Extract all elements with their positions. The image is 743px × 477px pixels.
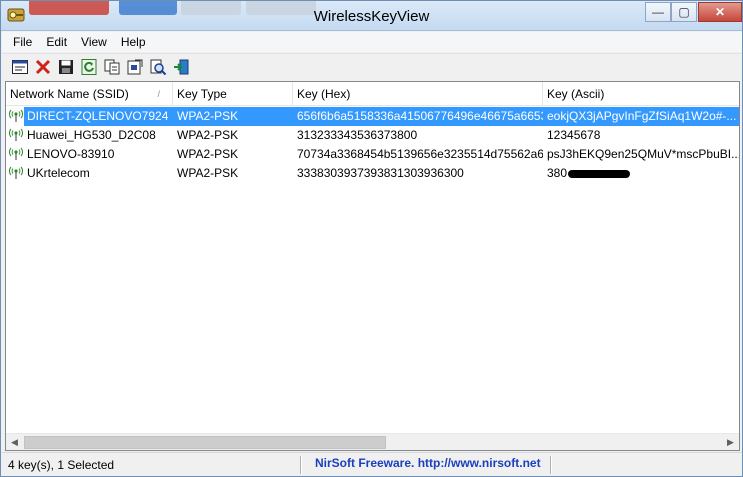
cell-key-ascii: 12345678 [547,128,601,142]
status-bar: 4 key(s), 1 Selected NirSoft Freeware. h… [2,452,742,476]
cell-ssid: UKrtelecom [27,166,90,180]
delete-button[interactable] [31,56,54,78]
refresh-icon [81,58,96,75]
column-header-label: Network Name (SSID) [10,87,129,101]
wireless-signal-icon [9,147,23,160]
menu-bar: File Edit View Help [2,32,742,52]
cell-key-hex: 656f6b6a5158336a41506776496e46675a6653..… [293,107,543,126]
status-divider [300,456,302,474]
cell-ssid: DIRECT-ZQLENOVO7924 [24,107,173,126]
column-header-label: Key Type [177,87,227,101]
cell-key-hex: 3338303937393831303936300 [297,166,464,180]
cell-key-hex: 313233343536373800 [297,128,418,142]
column-header-key-hex[interactable]: Key (Hex) [293,82,543,106]
menu-view[interactable]: View [74,35,114,49]
column-header-key-type[interactable]: Key Type [173,82,293,106]
wireless-signal-icon [9,128,23,141]
close-icon: ✕ [714,5,726,19]
status-divider [550,456,552,474]
save-button[interactable] [54,56,77,78]
minimize-button[interactable]: — [645,2,671,22]
properties-button[interactable] [8,56,31,78]
column-header-label: Key (Ascii) [547,87,605,101]
redaction-mark [568,169,631,178]
html-report-button[interactable] [123,56,146,78]
minimize-icon: — [652,5,664,19]
cell-key-type: WPA2-PSK [177,128,239,142]
table-row[interactable]: LENOVO-83910 WPA2-PSK 70734a3368454b5139… [6,145,739,164]
column-header-key-ascii[interactable]: Key (Ascii) [543,82,739,106]
close-button[interactable]: ✕ [698,2,742,22]
scroll-left-arrow-icon[interactable]: ◀ [6,434,23,450]
list-header: Network Name (SSID) / Key Type Key (Hex)… [6,82,739,106]
wireless-signal-icon [9,166,23,179]
exit-button[interactable] [169,56,192,78]
exit-icon [173,59,188,74]
window-title: WirelessKeyView [313,8,430,25]
copy-button[interactable] [100,56,123,78]
cell-key-ascii: 380 [543,164,739,183]
maximize-icon: ▢ [678,5,690,19]
sort-indicator-icon: / [157,89,160,99]
cell-key-ascii: psJ3hEKQ9en25QMuV*mscPbuBI... [547,147,739,161]
scroll-right-arrow-icon[interactable]: ▶ [722,434,739,450]
status-summary: 4 key(s), 1 Selected [8,458,115,472]
cell-key-type: WPA2-PSK [177,147,239,161]
wireless-signal-icon [9,109,23,122]
delete-icon [35,59,50,74]
menu-help[interactable]: Help [114,35,153,49]
refresh-button[interactable] [77,56,100,78]
app-window: WirelessKeyView — ▢ ✕ File Edit View Hel… [0,0,743,477]
cell-ssid: Huawei_HG530_D2C08 [27,128,156,142]
cell-key-type: WPA2-PSK [177,166,239,180]
cell-key-hex: 70734a3368454b5139656e3235514d75562a6... [297,147,543,161]
find-icon [150,59,166,75]
table-row[interactable]: Huawei_HG530_D2C08 WPA2-PSK 313233343536… [6,126,739,145]
toolbar [2,53,742,79]
key-ascii-visible-text: 380 [547,166,568,180]
html-report-icon [127,59,142,74]
find-button[interactable] [146,56,169,78]
column-header-label: Key (Hex) [297,87,351,101]
save-icon [58,59,73,74]
column-header-ssid[interactable]: Network Name (SSID) / [6,82,173,106]
horizontal-scrollbar[interactable]: ◀ ▶ [6,433,739,450]
table-row[interactable]: DIRECT-ZQLENOVO7924 WPA2-PSK 656f6b6a515… [6,107,739,126]
nirsoft-link[interactable]: NirSoft Freeware. http://www.nirsoft.net [315,456,541,470]
cell-key-type: WPA2-PSK [173,107,293,126]
menu-file[interactable]: File [6,35,39,49]
properties-icon [11,59,28,74]
scrollbar-thumb[interactable] [24,436,386,449]
table-row[interactable]: UKrtelecom WPA2-PSK 33383039373938313039… [6,164,739,183]
keys-list[interactable]: Network Name (SSID) / Key Type Key (Hex)… [5,81,740,451]
menu-edit[interactable]: Edit [39,35,74,49]
cell-ssid: LENOVO-83910 [27,147,115,161]
copy-icon [104,59,119,74]
title-bar[interactable]: WirelessKeyView — ▢ ✕ [1,1,742,31]
maximize-button[interactable]: ▢ [671,2,697,22]
cell-key-ascii: eokjQX3jAPgvInFgZfSiAq1W2o#-... [543,107,739,126]
